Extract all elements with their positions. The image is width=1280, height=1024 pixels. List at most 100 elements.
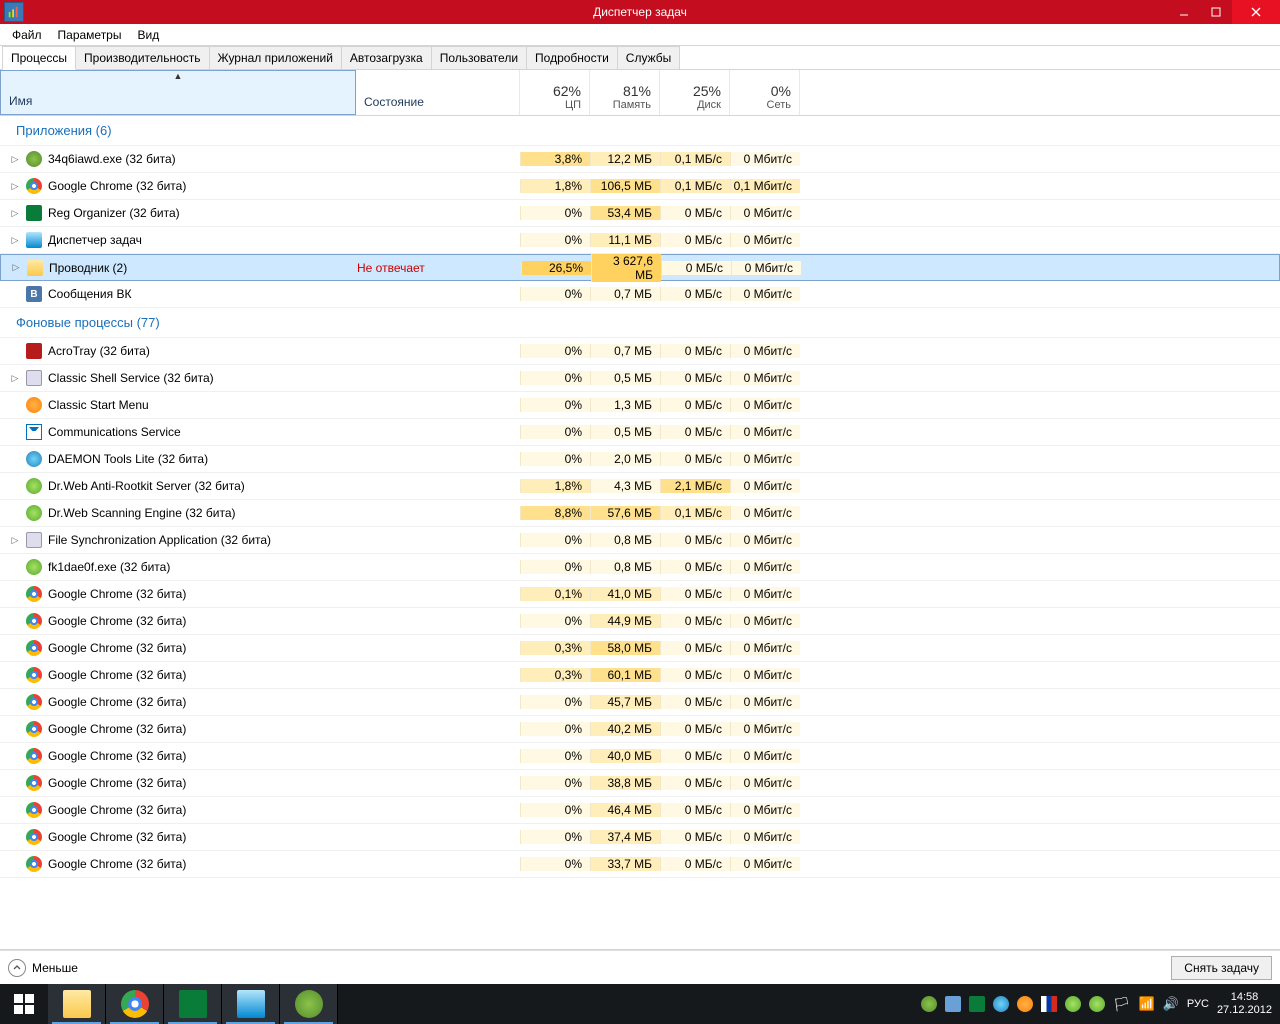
tray-icon[interactable] — [1017, 996, 1033, 1012]
process-row[interactable]: ▷Google Chrome (32 бита)1,8%106,5 МБ0,1 … — [0, 173, 1280, 200]
tab-3[interactable]: Автозагрузка — [341, 46, 432, 69]
network-value: 0 Мбит/с — [730, 425, 800, 439]
menu-файл[interactable]: Файл — [4, 25, 50, 45]
tab-4[interactable]: Пользователи — [431, 46, 527, 69]
expand-icon[interactable]: ▷ — [10, 235, 20, 246]
taskbar-chrome[interactable] — [106, 984, 164, 1024]
process-icon — [26, 178, 42, 194]
tray-icon[interactable] — [993, 996, 1009, 1012]
close-button[interactable] — [1232, 0, 1280, 24]
process-row[interactable]: Dr.Web Scanning Engine (32 бита)8,8%57,6… — [0, 500, 1280, 527]
process-row[interactable]: fk1dae0f.exe (32 бита)0%0,8 МБ0 МБ/с0 Мб… — [0, 554, 1280, 581]
process-row[interactable]: Classic Start Menu0%1,3 МБ0 МБ/с0 Мбит/с — [0, 392, 1280, 419]
expand-icon[interactable]: ▷ — [10, 208, 20, 219]
process-row[interactable]: ▷Classic Shell Service (32 бита)0%0,5 МБ… — [0, 365, 1280, 392]
memory-value: 41,0 МБ — [590, 587, 660, 601]
memory-value: 60,1 МБ — [590, 668, 660, 682]
process-icon — [26, 613, 42, 629]
taskbar-app[interactable] — [280, 984, 338, 1024]
tray-icon[interactable] — [945, 996, 961, 1012]
tray-network-icon[interactable]: 📶 — [1139, 996, 1155, 1012]
tray-clock[interactable]: 14:58 27.12.2012 — [1217, 991, 1272, 1017]
tray-lang-flag-icon[interactable] — [1041, 996, 1057, 1012]
tab-1[interactable]: Производительность — [75, 46, 209, 69]
col-name[interactable]: ▲Имя — [0, 70, 356, 115]
process-row[interactable]: Google Chrome (32 бита)0,3%58,0 МБ0 МБ/с… — [0, 635, 1280, 662]
process-row[interactable]: Google Chrome (32 бита)0%44,9 МБ0 МБ/с0 … — [0, 608, 1280, 635]
process-name: Communications Service — [48, 425, 181, 439]
maximize-button[interactable] — [1200, 0, 1232, 24]
tray-volume-icon[interactable]: 🔊 — [1163, 996, 1179, 1012]
menu-параметры[interactable]: Параметры — [50, 25, 130, 45]
process-row[interactable]: Google Chrome (32 бита)0%40,0 МБ0 МБ/с0 … — [0, 743, 1280, 770]
taskbar-regorganizer[interactable] — [164, 984, 222, 1024]
expand-icon[interactable]: ▷ — [10, 181, 20, 192]
end-task-button[interactable]: Снять задачу — [1171, 956, 1272, 980]
process-row[interactable]: ▷Reg Organizer (32 бита)0%53,4 МБ0 МБ/с0… — [0, 200, 1280, 227]
memory-value: 0,8 МБ — [590, 533, 660, 547]
process-row[interactable]: AcroTray (32 бита)0%0,7 МБ0 МБ/с0 Мбит/с — [0, 338, 1280, 365]
network-value: 0 Мбит/с — [730, 533, 800, 547]
expand-icon[interactable]: ▷ — [10, 373, 20, 384]
tray-language[interactable]: РУС — [1187, 998, 1209, 1010]
cpu-value: 0,3% — [520, 668, 590, 682]
tray-icon[interactable] — [1065, 996, 1081, 1012]
expand-icon[interactable]: ▷ — [10, 154, 20, 165]
disk-value: 0 МБ/с — [660, 560, 730, 574]
process-icon — [26, 775, 42, 791]
disk-value: 0 МБ/с — [660, 857, 730, 871]
tab-5[interactable]: Подробности — [526, 46, 618, 69]
col-state[interactable]: Состояние — [356, 70, 520, 115]
taskbar-taskmgr[interactable] — [222, 984, 280, 1024]
process-row[interactable]: ▷34q6iawd.exe (32 бита)3,8%12,2 МБ0,1 МБ… — [0, 146, 1280, 173]
cpu-value: 0% — [520, 371, 590, 385]
col-cpu[interactable]: 62%ЦП — [520, 70, 590, 115]
tab-6[interactable]: Службы — [617, 46, 680, 69]
process-row[interactable]: Communications Service0%0,5 МБ0 МБ/с0 Мб… — [0, 419, 1280, 446]
col-network[interactable]: 0%Сеть — [730, 70, 800, 115]
expand-icon[interactable]: ▷ — [10, 535, 20, 546]
tray-icon[interactable] — [1089, 996, 1105, 1012]
taskbar-explorer[interactable] — [48, 984, 106, 1024]
network-value: 0 Мбит/с — [730, 614, 800, 628]
process-name: DAEMON Tools Lite (32 бита) — [48, 452, 208, 466]
process-icon — [26, 151, 42, 167]
memory-value: 0,7 МБ — [590, 344, 660, 358]
expand-icon[interactable]: ▷ — [11, 262, 21, 273]
process-row[interactable]: Google Chrome (32 бита)0%40,2 МБ0 МБ/с0 … — [0, 716, 1280, 743]
process-row[interactable]: Google Chrome (32 бита)0,1%41,0 МБ0 МБ/с… — [0, 581, 1280, 608]
process-row[interactable]: BСообщения ВК0%0,7 МБ0 МБ/с0 Мбит/с — [0, 281, 1280, 308]
start-button[interactable] — [0, 984, 48, 1024]
process-row[interactable]: Google Chrome (32 бита)0%46,4 МБ0 МБ/с0 … — [0, 797, 1280, 824]
tab-0[interactable]: Процессы — [2, 46, 76, 70]
fewer-details-button[interactable]: Меньше — [8, 959, 78, 977]
tray-icon[interactable] — [969, 996, 985, 1012]
cpu-value: 0% — [520, 533, 590, 547]
disk-value: 0 МБ/с — [660, 398, 730, 412]
group-header[interactable]: Фоновые процессы (77) — [0, 308, 1280, 338]
process-row[interactable]: Google Chrome (32 бита)0%38,8 МБ0 МБ/с0 … — [0, 770, 1280, 797]
process-row[interactable]: ▷File Synchronization Application (32 би… — [0, 527, 1280, 554]
network-value: 0 Мбит/с — [730, 587, 800, 601]
process-name: Google Chrome (32 бита) — [48, 803, 186, 817]
process-row[interactable]: Dr.Web Anti-Rootkit Server (32 бита)1,8%… — [0, 473, 1280, 500]
process-icon — [27, 260, 43, 276]
network-value: 0 Мбит/с — [730, 695, 800, 709]
process-row[interactable]: Google Chrome (32 бита)0%37,4 МБ0 МБ/с0 … — [0, 824, 1280, 851]
table-body[interactable]: Приложения (6)▷34q6iawd.exe (32 бита)3,8… — [0, 116, 1280, 949]
disk-value: 0 МБ/с — [660, 776, 730, 790]
process-row[interactable]: ▷Проводник (2)Не отвечает26,5%3 627,6 МБ… — [0, 254, 1280, 281]
col-memory[interactable]: 81%Память — [590, 70, 660, 115]
tab-2[interactable]: Журнал приложений — [209, 46, 342, 69]
process-row[interactable]: Google Chrome (32 бита)0%33,7 МБ0 МБ/с0 … — [0, 851, 1280, 878]
col-disk[interactable]: 25%Диск — [660, 70, 730, 115]
process-row[interactable]: Google Chrome (32 бита)0,3%60,1 МБ0 МБ/с… — [0, 662, 1280, 689]
menu-вид[interactable]: Вид — [129, 25, 167, 45]
tray-action-center-icon[interactable]: 🏳 — [1113, 996, 1131, 1013]
tray-icon[interactable] — [921, 996, 937, 1012]
process-row[interactable]: ▷Диспетчер задач0%11,1 МБ0 МБ/с0 Мбит/с — [0, 227, 1280, 254]
process-row[interactable]: DAEMON Tools Lite (32 бита)0%2,0 МБ0 МБ/… — [0, 446, 1280, 473]
minimize-button[interactable] — [1168, 0, 1200, 24]
process-row[interactable]: Google Chrome (32 бита)0%45,7 МБ0 МБ/с0 … — [0, 689, 1280, 716]
group-header[interactable]: Приложения (6) — [0, 116, 1280, 146]
